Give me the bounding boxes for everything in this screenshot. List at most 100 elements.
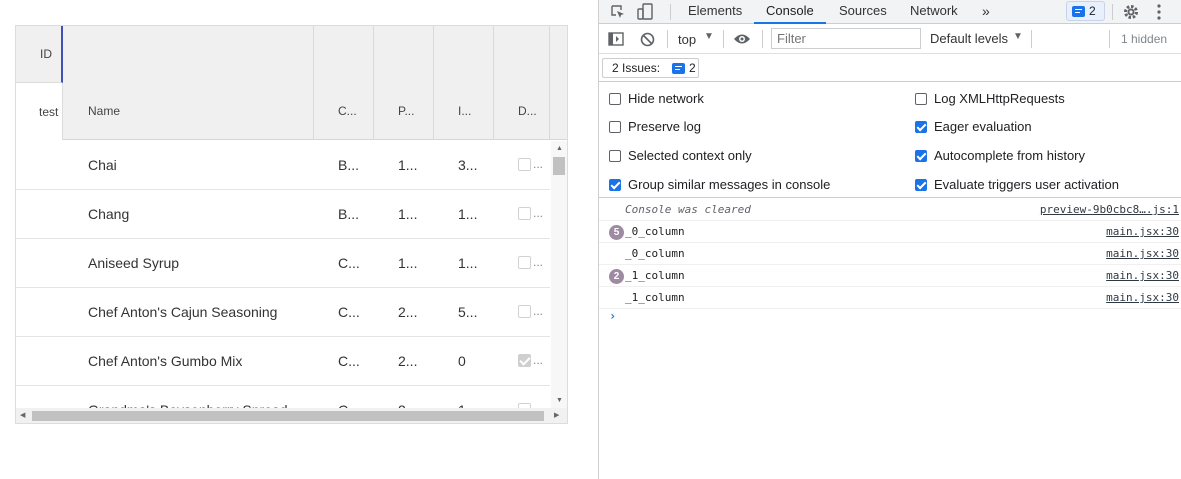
cell-price: 2...	[398, 386, 430, 409]
chevron-down-icon[interactable]: ▼	[1013, 31, 1023, 42]
issues-badge[interactable]: 2	[1066, 1, 1105, 21]
eye-icon[interactable]	[733, 33, 751, 45]
device-toolbar-icon[interactable]	[637, 3, 655, 21]
more-options-icon[interactable]	[1156, 3, 1162, 21]
more-tabs-icon[interactable]: »	[982, 0, 990, 24]
header-category[interactable]: C...	[338, 104, 357, 118]
cell-price: 1...	[398, 206, 418, 222]
checkbox[interactable]	[609, 150, 621, 162]
message-text: _1_column	[625, 291, 685, 304]
setting-evaluate-triggers-user-activation[interactable]: Evaluate triggers user activation	[915, 176, 1119, 194]
tab-elements[interactable]: Elements	[688, 0, 742, 24]
discontinued-checkbox	[518, 354, 531, 367]
inspect-element-icon[interactable]	[610, 4, 626, 20]
message-source-link[interactable]: preview-9b0cbc8….js:1	[1040, 199, 1179, 221]
message-source-link[interactable]: main.jsx:30	[1106, 265, 1179, 287]
cell-overflow-ellipsis: ...	[533, 353, 544, 367]
discontinued-checkbox	[518, 256, 531, 269]
header-discontinued[interactable]: D...	[518, 104, 537, 118]
checkbox[interactable]	[915, 179, 927, 191]
tab-console[interactable]: Console	[754, 0, 826, 24]
setting-autocomplete-from-history[interactable]: Autocomplete from history	[915, 147, 1085, 165]
log-levels-dropdown[interactable]: Default levels	[930, 31, 1008, 46]
issues-label: 2 Issues:	[612, 61, 661, 75]
setting-hide-network[interactable]: Hide network	[609, 90, 704, 108]
cell-category: C...	[338, 304, 360, 320]
table-row[interactable]: Chang B... 1... 1......	[16, 190, 550, 239]
scroll-up-icon[interactable]: ▲	[556, 145, 563, 153]
setting-log-xmlhttprequests[interactable]: Log XMLHttpRequests	[915, 90, 1065, 108]
checkbox[interactable]	[915, 121, 927, 133]
repeat-count-badge: 2	[609, 269, 624, 284]
cell-name: Chai	[88, 157, 117, 173]
checkbox[interactable]	[609, 93, 621, 105]
header-price[interactable]: P...	[398, 104, 414, 118]
discontinued-checkbox	[518, 305, 531, 318]
cell-name: Grandma's Boysenberry Spread	[88, 386, 318, 409]
vertical-scroll-thumb[interactable]	[553, 157, 565, 175]
message-source-link[interactable]: main.jsx:30	[1106, 243, 1179, 265]
chevron-down-icon[interactable]: ▼	[704, 31, 714, 42]
context-selector[interactable]: top	[678, 32, 696, 47]
checkbox[interactable]	[609, 121, 621, 133]
tab-sources[interactable]: Sources	[839, 0, 887, 24]
console-prompt-icon[interactable]: ›	[609, 309, 616, 323]
setting-eager-evaluation[interactable]: Eager evaluation	[915, 118, 1032, 136]
cell-category: C...	[338, 386, 370, 409]
header-divider	[433, 26, 434, 140]
console-message: Console was cleared preview-9b0cbc8….js:1	[599, 199, 1181, 221]
repeat-count-badge: 5	[609, 225, 624, 240]
table-row[interactable]: Grandma's Boysenberry Spread C... 2... 1...…	[16, 386, 550, 409]
checkbox[interactable]	[609, 179, 621, 191]
message-source-link[interactable]: main.jsx:30	[1106, 221, 1179, 243]
message-source-link[interactable]: main.jsx:30	[1106, 287, 1179, 309]
filter-input[interactable]	[771, 28, 921, 49]
checkbox[interactable]	[915, 93, 927, 105]
toolbar-separator	[762, 30, 763, 48]
cell-overflow-ellipsis: ...	[533, 255, 544, 269]
horizontal-scroll-thumb[interactable]	[32, 411, 544, 421]
setting-label: Log XMLHttpRequests	[934, 91, 1065, 106]
scroll-down-icon[interactable]: ▼	[556, 397, 563, 405]
console-message: _0_column main.jsx:30	[599, 243, 1181, 265]
setting-label: Evaluate triggers user activation	[934, 177, 1119, 192]
sidebar-toggle-icon[interactable]	[608, 32, 624, 46]
table-row[interactable]: Chef Anton's Cajun Seasoning C... 2... 5...…	[16, 288, 550, 337]
header-name[interactable]: Name	[88, 104, 120, 118]
cell-category: B...	[338, 157, 360, 173]
console-messages: › Console was cleared preview-9b0cbc8….js…	[599, 199, 1181, 479]
cell-instock: 5...	[458, 304, 478, 320]
cell-instock: 1...	[458, 255, 478, 271]
cell-instock: 1...	[458, 206, 478, 222]
header-cell-id[interactable]: ID	[16, 26, 63, 83]
clear-console-icon[interactable]	[640, 32, 655, 47]
message-icon	[1072, 6, 1085, 17]
header-instock[interactable]: I...	[458, 104, 471, 118]
vertical-scrollbar[interactable]: ▲ ▼	[551, 141, 567, 409]
cell-category: C...	[338, 353, 360, 369]
cell-category: C...	[338, 255, 360, 271]
message-text: Console was cleared	[625, 203, 751, 216]
scroll-right-icon[interactable]: ▶	[554, 412, 559, 420]
tab-network[interactable]: Network	[910, 0, 958, 24]
table-row[interactable]: Chai B... 1... 3......	[16, 141, 550, 190]
header-test-label: test	[39, 105, 59, 119]
scroll-left-icon[interactable]: ◀	[20, 412, 25, 420]
console-message: 2 _1_column main.jsx:30	[599, 265, 1181, 287]
message-text: _0_column	[625, 247, 685, 260]
grid-header: ID test Name C... P... I... D...	[16, 26, 567, 140]
checkbox[interactable]	[915, 150, 927, 162]
issues-bar: 2 Issues: 2	[599, 55, 1181, 82]
issues-button[interactable]: 2 Issues: 2	[602, 58, 699, 78]
table-row[interactable]: Aniseed Syrup C... 1... 1......	[16, 239, 550, 288]
horizontal-scrollbar[interactable]: ◀ ▶	[16, 408, 567, 423]
setting-group-similar-messages-in-console[interactable]: Group similar messages in console	[609, 176, 830, 194]
gear-icon[interactable]	[1122, 3, 1140, 21]
setting-selected-context-only[interactable]: Selected context only	[609, 147, 752, 165]
header-divider	[373, 26, 374, 140]
message-text: _1_column	[625, 269, 685, 282]
table-row[interactable]: Chef Anton's Gumbo Mix C... 2... 0...	[16, 337, 550, 386]
setting-preserve-log[interactable]: Preserve log	[609, 118, 701, 136]
toolbar-separator	[1031, 30, 1032, 48]
header-cell-test[interactable]: test	[16, 83, 63, 140]
